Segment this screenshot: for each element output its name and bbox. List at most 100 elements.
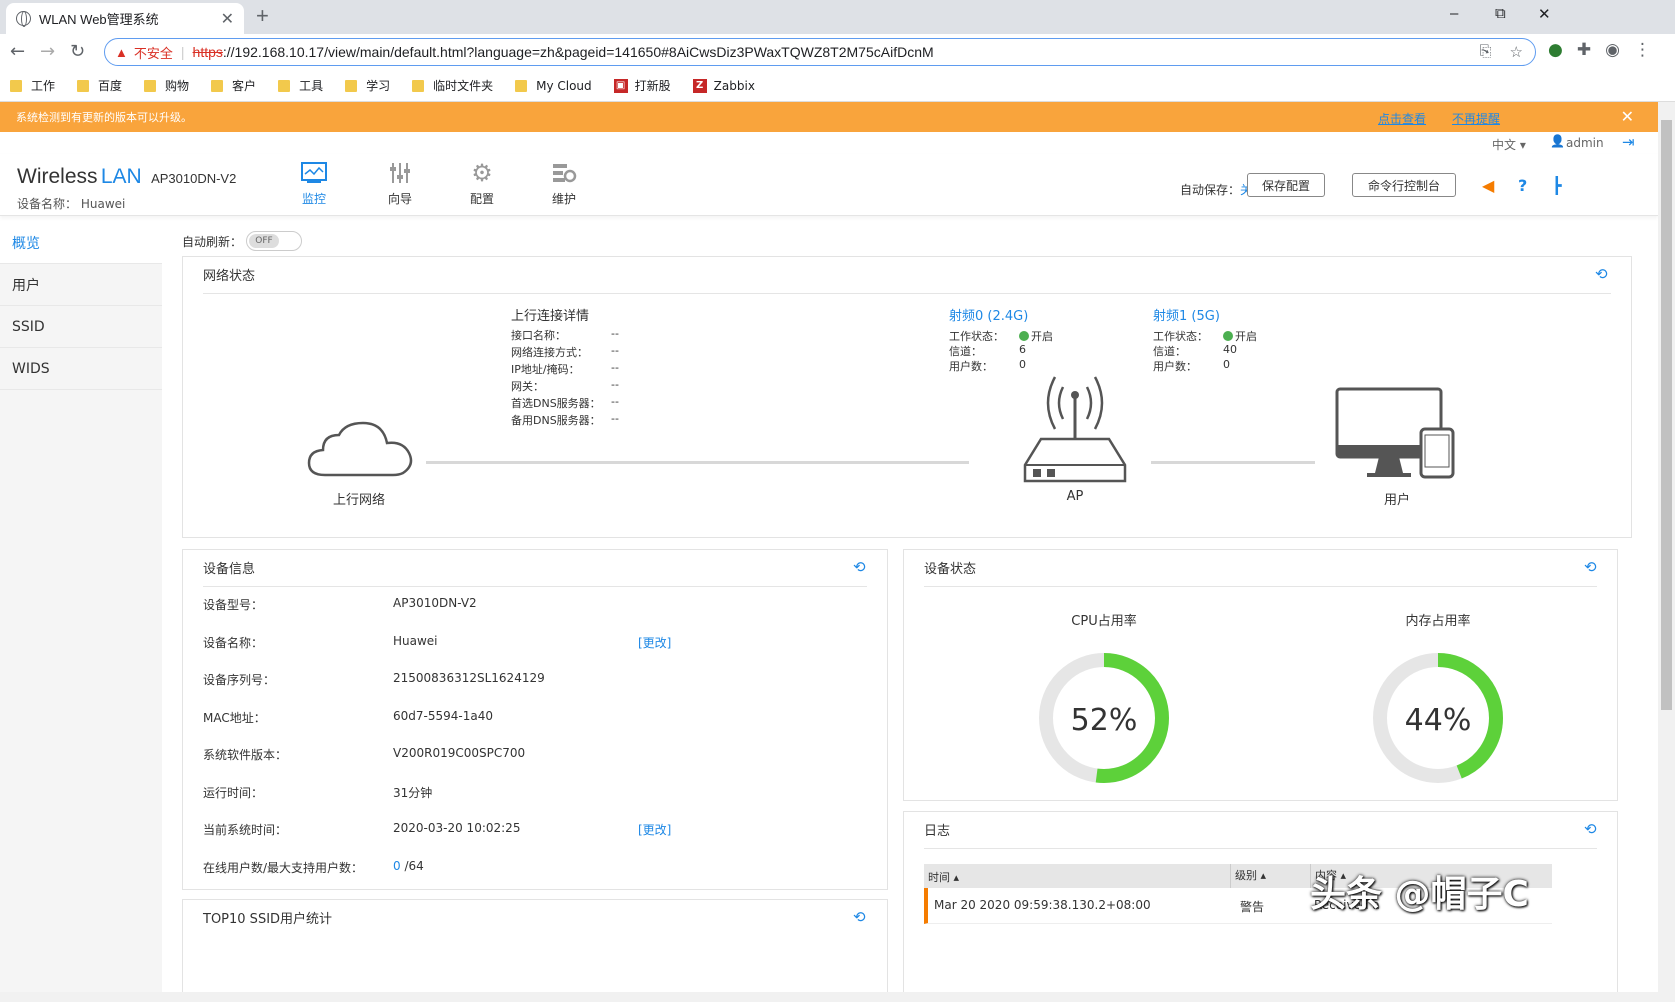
logout-icon[interactable]: ⇥ [1622,133,1635,151]
bookmark-star-icon[interactable]: ☆ [1510,43,1523,61]
bookmark-item[interactable]: 学习 [345,77,390,94]
refresh-icon[interactable]: ⟲ [853,908,866,926]
pin-icon[interactable]: ┣ [1552,176,1562,195]
help-icon[interactable]: ? [1518,176,1527,195]
auto-refresh-toggle[interactable]: OFF [246,231,303,251]
notification-icon[interactable]: ◀ [1482,176,1494,195]
nav-monitor[interactable]: 监控 [284,156,344,207]
bookmark-item[interactable]: 客户 [211,77,256,94]
extensions-puzzle-icon[interactable]: ✚ [1577,40,1591,60]
bookmark-item[interactable]: 工具 [278,77,323,94]
radio1-title[interactable]: 射频1 (5G) [1153,305,1220,324]
device-info-label: 当前系统时间： [203,823,288,837]
online-users-link[interactable]: 0 [393,859,401,873]
vertical-scrollbar[interactable] [1658,102,1675,1002]
bookmark-item[interactable]: 工作 [10,77,55,94]
device-info-value: V200R019C00SPC700 [393,746,526,760]
log-col-time[interactable]: 时间 ▴ [928,869,959,885]
uplink-details-title: 上行连接详情 [511,309,590,324]
new-tab-button[interactable]: + [256,3,269,29]
globe-icon [16,11,31,27]
change-link[interactable]: [更改] [638,634,671,651]
status-dot-icon [1019,331,1029,341]
bookmark-item[interactable]: 临时文件夹 [412,77,493,94]
refresh-icon[interactable]: ⟲ [1595,265,1608,283]
url-text: ://192.168.10.17/view/main/default.html?… [222,44,934,60]
nav-config[interactable]: ⚙ 配置 [452,156,512,207]
device-info-label: 运行时间： [203,785,264,800]
panel-title: 设备信息 [203,562,256,577]
bookmarks-bar: 工作 百度 购物 客户 工具 学习 临时文件夹 My Cloud ▣ 打新股 Z Zabbix [0,70,1675,102]
folder-icon [515,79,528,92]
uplink-field-label: 首选DNS服务器： [511,397,601,410]
bookmark-item[interactable]: 购物 [144,77,189,94]
device-info-label: 设备序列号： [203,673,276,687]
bookmark-label: My Cloud [536,78,592,93]
forward-arrow-icon[interactable]: → [40,41,55,62]
uplink-field-value: -- [611,361,619,374]
upgrade-notice-text: 系统检测到有更新的版本可以升级。 [16,111,192,124]
nav-maintenance[interactable]: 维护 [534,156,594,207]
radio0-users: 用户数： 0 [949,358,1026,373]
bookmark-label: 临时文件夹 [433,79,494,93]
sidebar-item-overview[interactable]: 概览 [0,222,162,264]
uplink-field-value: -- [611,344,619,357]
refresh-icon[interactable]: ⟲ [1584,558,1597,576]
sidebar-item-ssid[interactable]: SSID [0,306,162,348]
bookmark-item[interactable]: ▣ 打新股 [613,77,671,94]
browser-tab[interactable]: WLAN Web管理系统 ✕ [6,3,244,34]
insecure-label[interactable]: 不安全 [134,43,173,62]
device-info-label: 系统软件版本： [203,748,288,762]
scroll-thumb[interactable] [1661,120,1672,710]
username[interactable]: admin [1566,136,1604,150]
view-upgrade-link[interactable]: 点击查看 [1378,110,1426,127]
minimize-button[interactable]: – [1450,5,1458,22]
memory-usage-label: 内存占用率 [1405,614,1471,629]
close-tab-icon[interactable]: ✕ [221,9,234,28]
radio0-title[interactable]: 射频0 (2.4G) [949,305,1028,324]
cli-console-button[interactable]: 命令行控制台 [1352,173,1456,197]
network-status-panel: 网络状态 ⟲ 上行连接详情 接口名称： -- 网络连接方式： -- IP地址/掩码： --… [182,256,1632,538]
language-select[interactable]: 中文 ▾ [1492,136,1526,153]
upgrade-notice-bar: 系统检测到有更新的版本可以升级。 点击查看 不再提醒 ✕ [0,102,1658,132]
panel-title: 网络状态 [203,269,256,284]
device-status-panel: 设备状态 ⟲ CPU占用率 52% 内存占用率 44% [903,549,1618,801]
device-info-label: MAC地址： [203,710,266,725]
close-notice-icon[interactable]: ✕ [1621,107,1634,126]
save-config-button[interactable]: 保存配置 [1247,173,1325,197]
bookmark-item[interactable]: My Cloud [515,79,592,93]
uplink-node-label: 上行网络 [332,493,385,508]
window-close-button[interactable]: ✕ [1538,5,1551,23]
browser-menu-icon[interactable]: ⋮ [1634,40,1651,60]
uplink-field-label: 备用DNS服务器： [511,414,601,427]
nav-wizard[interactable]: 向导 [370,156,430,207]
address-bar[interactable]: ▲ 不安全 | https ://192.168.10.17/view/main… [104,38,1536,66]
uplink-field-value: -- [611,395,619,408]
reload-icon[interactable]: ↻ [70,41,85,62]
refresh-icon[interactable]: ⟲ [853,558,866,576]
uplink-field-label: 接口名称： [511,329,566,342]
top-utility-bar: 中文 ▾ 👤 admin ⇥ [0,132,1658,154]
horizontal-scrollbar[interactable] [0,992,1658,1002]
browser-toolbar: ← → ↻ ▲ 不安全 | https ://192.168.10.17/vie… [0,34,1675,70]
sidebar-item-wids[interactable]: WIDS [0,348,162,390]
restore-button[interactable]: ⧉ [1495,5,1506,22]
change-link[interactable]: [更改] [638,821,671,838]
bookmark-item[interactable]: 百度 [77,77,122,94]
sidebar: 概览 用户 SSID WIDS [0,222,162,1002]
sidebar-item-users[interactable]: 用户 [0,264,162,306]
log-col-level[interactable]: 级别 ▴ [1230,864,1266,888]
dismiss-reminder-link[interactable]: 不再提醒 [1452,110,1500,127]
profile-avatar-icon[interactable]: ◉ [1605,40,1620,60]
translate-icon[interactable]: ⎘ [1480,43,1492,61]
browser-tab-strip: WLAN Web管理系统 ✕ + – ⧉ ✕ [0,0,1675,34]
ap-router-icon [1023,376,1127,483]
app-header: Wireless LAN AP3010DN-V2 设备名称： Huawei 监控… [0,154,1658,216]
extension-globe-icon[interactable]: ● [1548,40,1563,60]
refresh-icon[interactable]: ⟲ [1584,820,1597,838]
bookmark-label: 百度 [98,79,123,93]
device-info-value: Huawei [393,633,438,648]
back-arrow-icon[interactable]: ← [10,41,25,62]
folder-icon [77,79,90,92]
bookmark-item[interactable]: Z Zabbix [692,78,755,93]
